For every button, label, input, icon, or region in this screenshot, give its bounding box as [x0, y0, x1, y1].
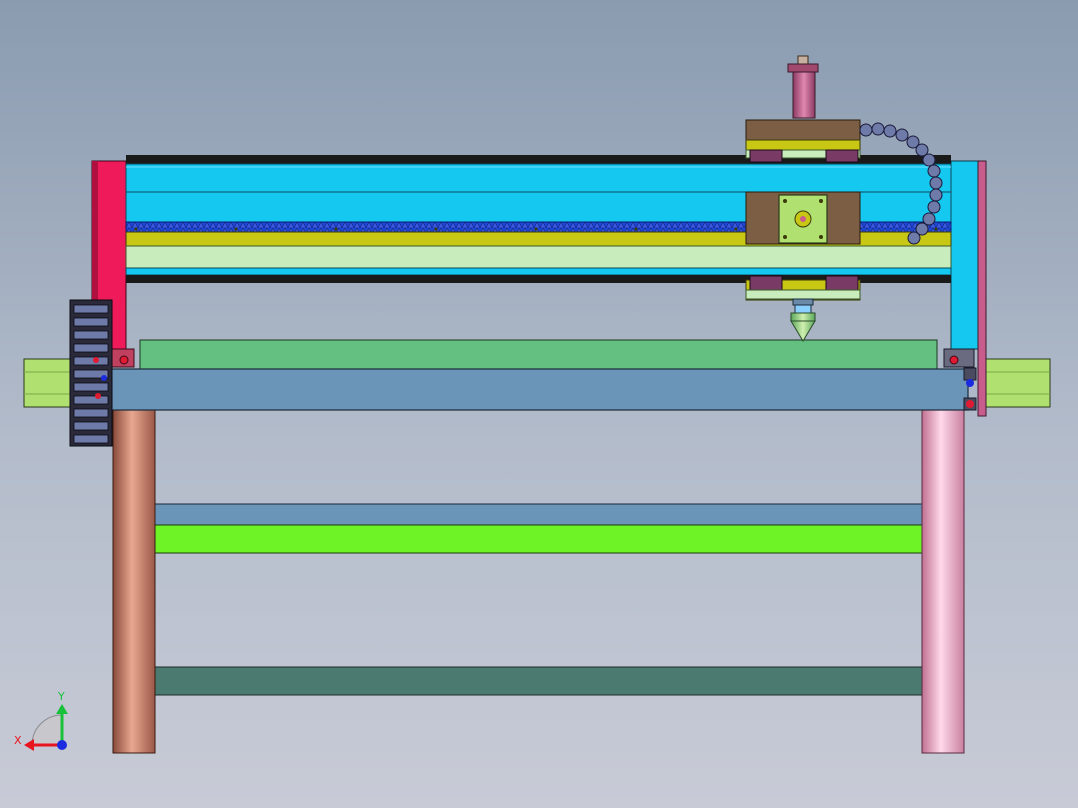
- spindle-motor: [787, 55, 819, 119]
- left-drag-chain: [69, 299, 113, 447]
- tool-nozzle: [790, 298, 816, 342]
- left-leg: [112, 407, 156, 754]
- table-top-frame: [107, 368, 969, 411]
- right-stepper-motor: [985, 358, 1051, 408]
- middle-crossbar-top: [152, 503, 924, 526]
- z-axis-dot: [57, 740, 67, 750]
- coordinate-triad: Y X: [14, 690, 68, 751]
- left-stepper-motor: [23, 358, 71, 408]
- table-lower-frame: [152, 503, 924, 696]
- x-axis-label: X: [14, 734, 22, 747]
- work-bed: [139, 339, 938, 371]
- middle-crossbar-green: [152, 524, 924, 554]
- right-leg: [921, 407, 965, 754]
- carriage-stepper-motor: [778, 194, 828, 244]
- bottom-crossbar: [152, 666, 924, 696]
- lower-cyan-strip: [125, 267, 952, 276]
- linear-rail: [125, 245, 952, 269]
- upper-cyan-beam: [125, 163, 952, 193]
- y-axis-label: Y: [57, 690, 65, 703]
- cnc-router-drawing: Y X: [14, 55, 1051, 754]
- cad-viewport[interactable]: Y X: [0, 0, 1078, 808]
